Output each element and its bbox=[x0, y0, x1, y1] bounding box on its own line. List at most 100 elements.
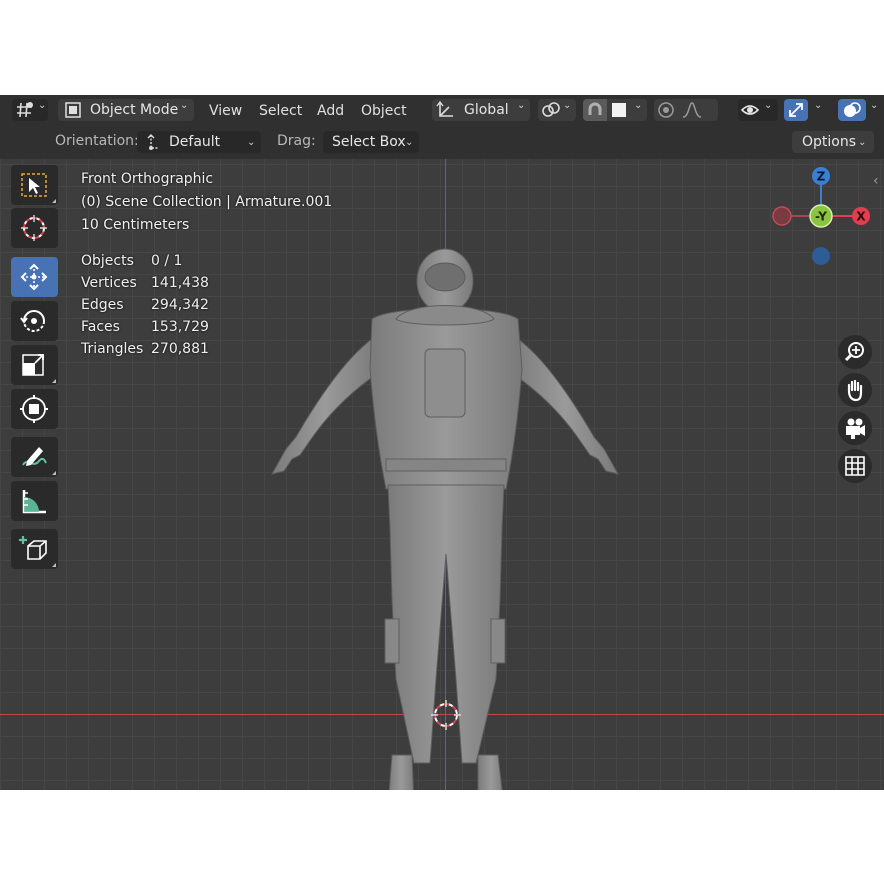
view-name-label: Front Orthographic bbox=[81, 171, 214, 187]
z-axis-label: Z bbox=[817, 170, 826, 184]
chevron-down-icon: ⌄ bbox=[563, 100, 572, 111]
chevron-down-icon: ⌄ bbox=[858, 137, 867, 148]
camera-view-button[interactable] bbox=[838, 411, 872, 445]
chevron-down-icon: ⌄ bbox=[517, 100, 526, 111]
menu-view[interactable]: View bbox=[209, 100, 242, 122]
pivot-point-selector[interactable]: ⌄ bbox=[538, 99, 576, 121]
select-box-tool[interactable] bbox=[11, 165, 58, 205]
stat-value: 294,342 bbox=[151, 297, 209, 313]
drag-settings-label: Drag: bbox=[277, 133, 316, 149]
orientation-value: Default bbox=[169, 134, 221, 150]
chevron-down-icon: ⌄ bbox=[180, 100, 189, 111]
add-cube-icon bbox=[19, 536, 47, 560]
viewport-header: ⌄ Object Mode ⌄ View Select Add Object G… bbox=[0, 95, 884, 127]
zoom-button[interactable] bbox=[838, 335, 872, 369]
stat-label: Triangles bbox=[81, 341, 144, 357]
options-dropdown[interactable]: Options ⌄ bbox=[792, 131, 874, 153]
tool-submenu-indicator bbox=[52, 563, 56, 567]
stat-value: 0 / 1 bbox=[151, 253, 183, 269]
navigation-gizmo[interactable]: Z X -Y bbox=[766, 160, 876, 270]
scale-tool[interactable] bbox=[11, 345, 58, 385]
mode-label: Object Mode bbox=[90, 102, 179, 118]
stat-label: Vertices bbox=[81, 275, 137, 291]
stat-value: 153,729 bbox=[151, 319, 209, 335]
magnet-icon bbox=[588, 102, 602, 115]
overlay-icon bbox=[844, 102, 861, 117]
rotate-tool[interactable] bbox=[11, 301, 58, 341]
pan-button[interactable] bbox=[838, 373, 872, 407]
chevron-down-icon: ⌄ bbox=[405, 137, 414, 148]
drag-value: Select Box bbox=[332, 134, 406, 150]
neg-x-axis-ball[interactable] bbox=[772, 206, 792, 226]
pan-hand-icon bbox=[847, 379, 863, 402]
falloff-curve-icon bbox=[682, 102, 702, 118]
snap-controls[interactable]: ⌄ bbox=[583, 99, 647, 121]
measure-tool[interactable] bbox=[11, 481, 58, 521]
zoom-icon bbox=[844, 342, 864, 362]
neg-z-axis-ball[interactable] bbox=[812, 247, 830, 265]
pivot-link-icon bbox=[542, 102, 560, 117]
scale-label: 10 Centimeters bbox=[81, 217, 190, 233]
chevron-down-icon: ⌄ bbox=[247, 137, 256, 148]
neg-y-axis-label: -Y bbox=[815, 210, 827, 224]
object-mode-icon bbox=[65, 102, 81, 118]
chevron-down-icon: ⌄ bbox=[634, 100, 643, 111]
tool-settings-bar: Orientation: Default ⌄ Drag: Select Box … bbox=[0, 126, 884, 159]
cursor-tool[interactable] bbox=[11, 208, 58, 248]
drag-dropdown[interactable]: Select Box ⌄ bbox=[323, 131, 419, 153]
editor-type-button[interactable]: ⌄ bbox=[12, 99, 48, 121]
gizmo-arrows-icon bbox=[789, 103, 803, 117]
stat-label: Faces bbox=[81, 319, 120, 335]
move-tool[interactable] bbox=[11, 257, 58, 297]
blender-window: ⌄ Object Mode ⌄ View Select Add Object G… bbox=[0, 95, 884, 790]
eye-icon bbox=[740, 105, 760, 115]
snap-toggle[interactable] bbox=[583, 99, 607, 121]
orthographic-toggle-button[interactable] bbox=[838, 449, 872, 483]
menu-add[interactable]: Add bbox=[317, 100, 344, 122]
options-label: Options bbox=[802, 134, 857, 150]
measure-icon bbox=[22, 490, 46, 514]
3d-cursor-icon[interactable] bbox=[429, 698, 463, 732]
select-box-icon bbox=[21, 173, 47, 197]
orientation-label: Global bbox=[464, 102, 509, 118]
camera-icon bbox=[846, 418, 865, 439]
snap-target-icon bbox=[612, 103, 626, 117]
orientation-settings-label: Orientation: bbox=[55, 133, 139, 149]
orientation-gizmo-icon bbox=[147, 134, 158, 150]
chevron-down-icon: ⌄ bbox=[38, 100, 47, 111]
cursor-icon bbox=[21, 215, 47, 241]
gizmo-dropdown-chevron[interactable]: ⌄ bbox=[814, 100, 822, 111]
transform-tool[interactable] bbox=[11, 389, 58, 429]
stat-label: Objects bbox=[81, 253, 134, 269]
scale-icon bbox=[22, 354, 44, 376]
3d-viewport[interactable]: Front Orthographic (0) Scene Collection … bbox=[0, 159, 884, 790]
transform-icon bbox=[20, 395, 48, 423]
proportional-editing[interactable] bbox=[654, 99, 718, 121]
overlay-toggle[interactable] bbox=[838, 99, 866, 121]
grid-view-icon bbox=[845, 456, 865, 476]
annotate-tool[interactable] bbox=[11, 437, 58, 477]
menu-object[interactable]: Object bbox=[361, 100, 407, 122]
stat-value: 270,881 bbox=[151, 341, 209, 357]
tool-submenu-indicator bbox=[52, 379, 56, 383]
rotate-icon bbox=[20, 310, 45, 332]
menu-select[interactable]: Select bbox=[259, 100, 302, 122]
add-cube-tool[interactable] bbox=[11, 529, 58, 569]
stat-value: 141,438 bbox=[151, 275, 209, 291]
stat-label: Edges bbox=[81, 297, 124, 313]
chevron-down-icon: ⌄ bbox=[764, 100, 773, 111]
x-axis-label: X bbox=[856, 210, 866, 224]
proportional-edit-icon bbox=[658, 102, 674, 118]
overlay-dropdown-chevron[interactable]: ⌄ bbox=[870, 100, 878, 111]
visibility-selector[interactable]: ⌄ bbox=[738, 99, 778, 121]
orientation-dropdown[interactable]: Default ⌄ bbox=[137, 131, 261, 153]
tool-submenu-indicator bbox=[52, 199, 56, 203]
gizmo-toggle[interactable] bbox=[784, 99, 808, 121]
annotate-icon bbox=[22, 447, 47, 466]
mode-selector[interactable]: Object Mode ⌄ bbox=[58, 99, 194, 121]
collection-label: (0) Scene Collection | Armature.001 bbox=[81, 194, 333, 210]
orientation-axes-icon bbox=[436, 100, 453, 117]
transform-orientation-selector[interactable]: Global ⌄ bbox=[432, 99, 530, 121]
move-icon bbox=[20, 263, 48, 291]
grid-editor-icon bbox=[17, 102, 33, 118]
